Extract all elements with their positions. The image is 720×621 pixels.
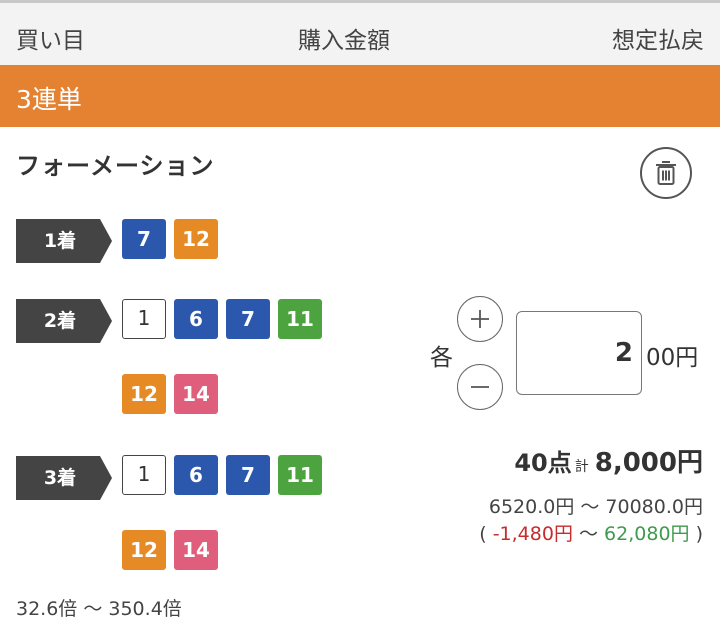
position-label-3rd: 3着 [16, 456, 112, 500]
horse-number-3rd-11: 11 [278, 455, 322, 495]
profit-separator: ～ [572, 523, 605, 545]
amount-input[interactable]: 2 [516, 311, 642, 395]
bet-kind-title: 3連単 [16, 85, 82, 114]
horse-number-2nd-1: 1 [122, 299, 166, 339]
header-bet-label: 買い目 [16, 28, 85, 54]
horse-number-3rd-7: 7 [226, 455, 270, 495]
increment-button[interactable] [457, 296, 503, 342]
horse-number-3rd-14: 14 [174, 530, 218, 570]
horse-number-3rd-1: 1 [122, 455, 166, 495]
header-amount-label: 購入金額 [298, 28, 390, 54]
header-payout-label: 想定払戻 [612, 28, 704, 54]
payout-range: 6520.0円 ～ 70080.0円 [488, 496, 703, 518]
trash-icon [656, 161, 676, 185]
horse-number-2nd-11: 11 [278, 299, 322, 339]
profit-open-paren: ( [479, 523, 487, 545]
total-amount: 8,000円 [594, 448, 703, 478]
decrement-button[interactable] [457, 364, 503, 410]
horse-number-3rd-12: 12 [122, 530, 166, 570]
horse-number-2nd-12: 12 [122, 374, 166, 414]
horse-number-2nd-14: 14 [174, 374, 218, 414]
points-count: 40点 [514, 449, 572, 477]
horse-number-1st-7: 7 [122, 219, 166, 259]
total-label: 計 [574, 459, 589, 475]
profit-range: ( -1,480円 ～ 62,080円 ) [479, 519, 703, 546]
position-label-2nd: 2着 [16, 299, 112, 343]
profit-close-paren: ) [695, 523, 703, 545]
horse-number-2nd-7: 7 [226, 299, 270, 339]
bet-type-label: フォーメーション [16, 152, 215, 180]
column-header: 買い目 購入金額 想定払戻 [0, 3, 720, 65]
profit-max: 62,080円 [604, 523, 690, 545]
plus-icon [471, 310, 489, 328]
position-label-text: 2着 [43, 310, 77, 332]
bet-kind-bar: 3連単 [0, 65, 720, 127]
profit-min: -1,480円 [492, 523, 573, 545]
horse-number-2nd-6: 6 [174, 299, 218, 339]
delete-button[interactable] [640, 147, 692, 199]
total-summary: 40点計 8,000円 [514, 442, 703, 479]
horse-number-3rd-6: 6 [174, 455, 218, 495]
each-label: 各 [430, 345, 453, 371]
position-label-text: 3着 [43, 467, 77, 489]
horse-number-1st-12: 12 [174, 219, 218, 259]
amount-value: 2 [614, 338, 633, 368]
position-label-text: 1着 [43, 230, 77, 252]
amount-unit-label: 00円 [646, 345, 699, 371]
minus-icon [471, 386, 489, 388]
position-label-1st: 1着 [16, 219, 112, 263]
